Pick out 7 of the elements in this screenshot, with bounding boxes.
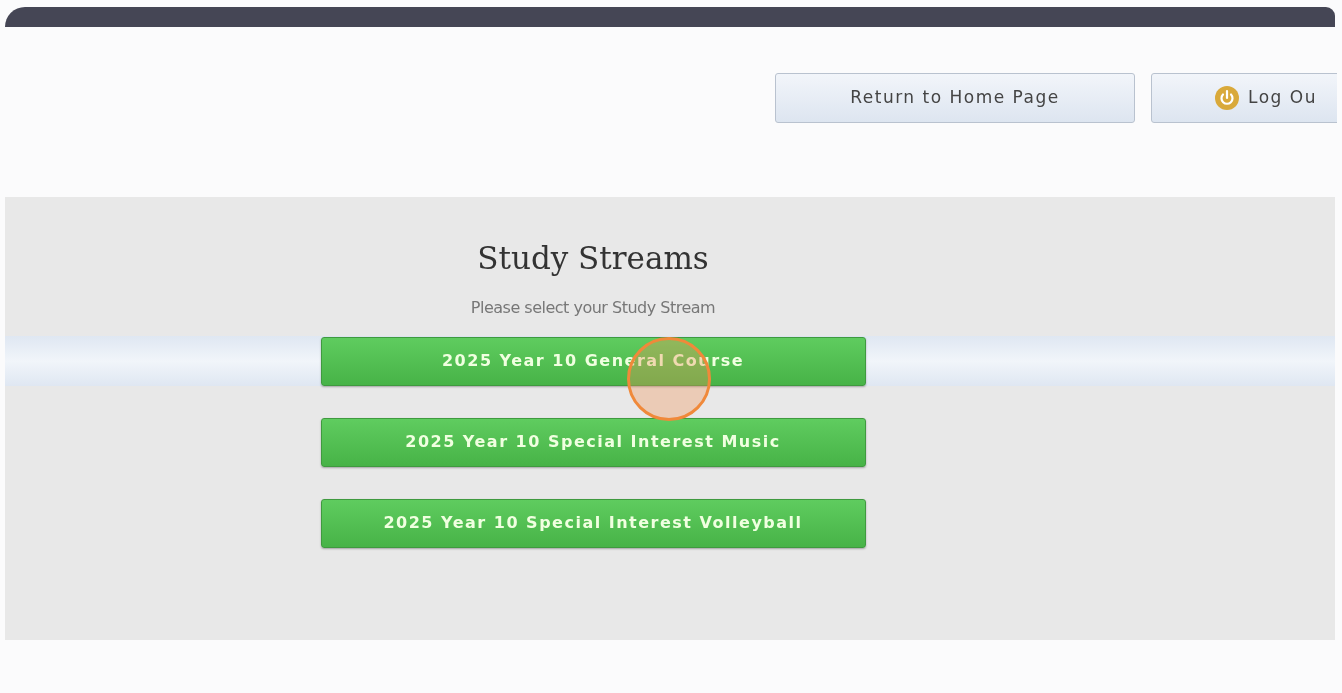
panel-subtitle: Please select your Study Stream — [470, 297, 716, 319]
panel-title: Study Streams — [477, 239, 709, 278]
logout-button[interactable]: Log Ou — [1151, 73, 1337, 123]
stream-button[interactable]: 2025 Year 10 Special Interest Music — [320, 417, 866, 467]
home-button[interactable]: Return to Home Page — [775, 73, 1135, 123]
stream-button[interactable]: 2025 Year 10 Special Interest Volleyball — [320, 498, 866, 548]
power-icon — [1214, 85, 1240, 111]
